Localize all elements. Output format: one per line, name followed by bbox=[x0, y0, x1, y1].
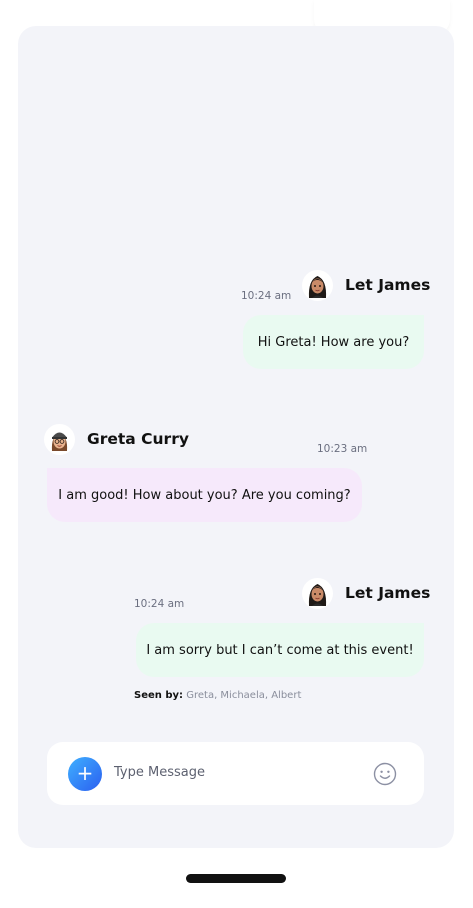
seen-by: Seen by: Greta, Michaela, Albert bbox=[134, 690, 301, 701]
message-input[interactable]: Type Message bbox=[114, 765, 205, 780]
avatar[interactable] bbox=[44, 424, 75, 455]
avatar[interactable] bbox=[302, 270, 333, 301]
message-bubble-incoming[interactable]: I am good! How about you? Are you coming… bbox=[47, 468, 362, 522]
message-bubble-outgoing[interactable]: I am sorry but I can’t come at this even… bbox=[136, 623, 424, 677]
message-text: Hi Greta! How are you? bbox=[257, 334, 410, 350]
message-text: I am good! How about you? Are you coming… bbox=[58, 487, 351, 503]
message-timestamp: 10:23 am bbox=[317, 443, 368, 455]
message-timestamp: 10:24 am bbox=[241, 290, 292, 302]
smiley-icon[interactable] bbox=[373, 762, 397, 786]
message-bubble-outgoing[interactable]: Hi Greta! How are you? bbox=[243, 315, 424, 369]
message-text: I am sorry but I can’t come at this even… bbox=[146, 642, 414, 658]
avatar[interactable] bbox=[302, 578, 333, 609]
sender-name: Greta Curry bbox=[87, 430, 189, 448]
message-composer: + Type Message bbox=[47, 742, 424, 805]
sender-name: Let James bbox=[345, 276, 431, 294]
chat-panel bbox=[18, 26, 454, 848]
seen-by-label: Seen by: bbox=[134, 690, 184, 701]
avatar-icon bbox=[51, 432, 68, 451]
sender-name: Let James bbox=[345, 584, 431, 602]
home-indicator[interactable] bbox=[186, 874, 286, 883]
seen-by-names: Greta, Michaela, Albert bbox=[186, 690, 302, 701]
avatar-icon bbox=[308, 276, 327, 298]
avatar-icon bbox=[308, 584, 327, 606]
message-timestamp: 10:24 am bbox=[134, 598, 185, 610]
plus-icon[interactable]: + bbox=[68, 757, 102, 791]
